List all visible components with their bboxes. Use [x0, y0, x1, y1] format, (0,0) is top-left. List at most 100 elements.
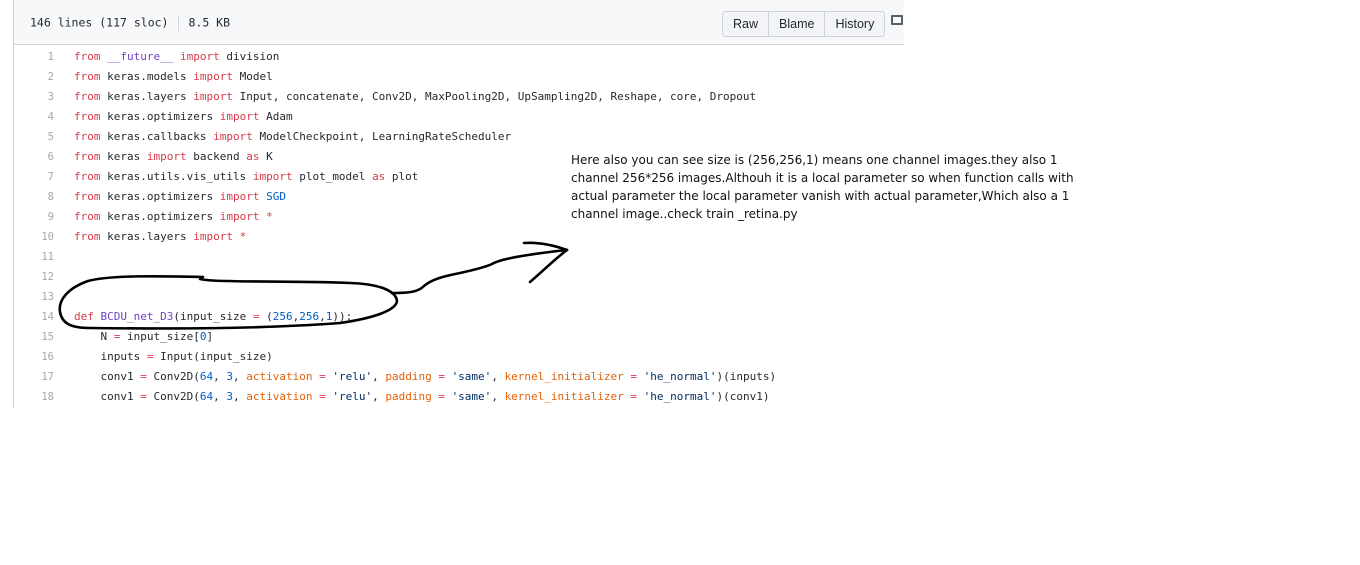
code-token: K	[259, 150, 273, 163]
line-number[interactable]: 1	[14, 47, 54, 67]
line-number[interactable]: 14	[14, 307, 54, 327]
file-actions: Raw Blame History	[722, 11, 886, 37]
code-token: plot_model	[292, 170, 373, 183]
code-token: import	[219, 110, 260, 123]
code-token: ,	[372, 370, 386, 383]
line-number[interactable]: 17	[14, 367, 54, 387]
code-token: Model	[232, 70, 273, 83]
code-token: import	[179, 50, 220, 63]
code-token: 64	[199, 390, 214, 403]
code-token: from	[74, 50, 101, 63]
code-token: ,	[213, 390, 227, 403]
annotation-text: Here also you can see size is (256,256,1…	[571, 153, 1074, 221]
code-token: from	[74, 150, 101, 163]
code-token: keras.models	[100, 70, 194, 83]
line-code: from keras.optimizers import SGD	[74, 187, 286, 207]
blame-button[interactable]: Blame	[768, 11, 826, 37]
code-token: ,	[319, 310, 326, 323]
code-token: from	[74, 130, 101, 143]
code-token: 'he_normal'	[643, 390, 717, 403]
code-token: from	[74, 190, 101, 203]
raw-button[interactable]: Raw	[722, 11, 770, 37]
code-token: import	[146, 150, 187, 163]
code-token: Adam	[259, 110, 293, 123]
code-line: 15 N = input_size[0]	[14, 327, 904, 347]
code-token: Conv2D(	[146, 390, 200, 403]
line-number[interactable]: 16	[14, 347, 54, 367]
code-token: (input_size	[173, 310, 253, 323]
code-token: =	[140, 370, 147, 383]
line-number[interactable]: 6	[14, 147, 54, 167]
history-button[interactable]: History	[824, 11, 886, 37]
code-token: keras.optimizers	[100, 110, 220, 123]
code-token: ModelCheckpoint, LearningRateScheduler	[252, 130, 512, 143]
line-number[interactable]: 9	[14, 207, 54, 227]
code-token: ,	[213, 370, 227, 383]
code-line: 5 from keras.callbacks import ModelCheckp…	[14, 127, 904, 147]
code-token: keras.callbacks	[100, 130, 214, 143]
code-token: 'relu'	[332, 390, 373, 403]
file-header: 146 lines (117 sloc) 8.5 KB Raw Blame His…	[14, 0, 904, 45]
line-number[interactable]: 13	[14, 287, 54, 307]
line-code: from keras.callbacks import ModelCheckpo…	[74, 127, 511, 147]
code-token: input_size[	[120, 330, 200, 343]
line-code: from keras.models import Model	[74, 67, 273, 87]
code-token: keras.layers	[100, 90, 194, 103]
code-token: backend	[186, 150, 247, 163]
line-code: from keras.layers import *	[74, 227, 246, 247]
code-line: 16 inputs = Input(input_size)	[14, 347, 904, 367]
code-token: import	[193, 230, 233, 243]
code-token: kernel_initializer	[504, 390, 624, 403]
line-code: from keras.layers import Input, concaten…	[74, 87, 756, 107]
code-token: SGD	[266, 190, 286, 203]
line-code: inputs = Input(input_size)	[74, 347, 273, 367]
code-token: 'he_normal'	[643, 370, 717, 383]
code-token: import	[252, 170, 293, 183]
code-line: 10 from keras.layers import *	[14, 227, 904, 247]
line-number[interactable]: 12	[14, 267, 54, 287]
code-token: =	[140, 390, 147, 403]
code-token: )(conv1)	[716, 390, 770, 403]
code-token: ,	[491, 370, 505, 383]
code-token: kernel_initializer	[504, 370, 624, 383]
code-token: ))	[332, 310, 346, 323]
line-number[interactable]: 18	[14, 387, 54, 407]
line-number[interactable]: 2	[14, 67, 54, 87]
code-token: Conv2D(	[146, 370, 200, 383]
code-token: import	[193, 70, 233, 83]
divider	[178, 15, 180, 31]
code-token: ,	[232, 370, 247, 383]
code-token: conv1	[74, 390, 141, 403]
line-number[interactable]: 3	[14, 87, 54, 107]
line-number[interactable]: 4	[14, 107, 54, 127]
code-token: 64	[199, 370, 214, 383]
line-number[interactable]: 10	[14, 227, 54, 247]
code-line: 1 from __future__ import division	[14, 47, 904, 67]
lines-info: 146 lines (117 sloc)	[30, 15, 169, 30]
code-line: 14 def BCDU_net_D3(input_size = (256,256,…	[14, 307, 904, 327]
code-token: as	[246, 150, 260, 163]
code-token: import	[193, 90, 233, 103]
desktop-icon[interactable]	[891, 15, 903, 25]
file-size: 8.5 KB	[188, 15, 231, 30]
code-token: conv1	[74, 370, 141, 383]
code-token: from	[74, 70, 101, 83]
code-token: Input(input_size)	[153, 350, 273, 363]
line-number[interactable]: 5	[14, 127, 54, 147]
line-number[interactable]: 8	[14, 187, 54, 207]
line-code: conv1 = Conv2D(64, 3, activation = 'relu…	[74, 387, 770, 407]
code-listing: 1 from __future__ import division 2 from ke…	[14, 47, 904, 407]
code-token: 'same'	[451, 370, 492, 383]
file-info: 146 lines (117 sloc) 8.5 KB	[30, 15, 230, 31]
line-number[interactable]: 11	[14, 247, 54, 267]
line-number[interactable]: 7	[14, 167, 54, 187]
code-token: 256	[272, 310, 293, 323]
line-number[interactable]: 15	[14, 327, 54, 347]
code-token: import	[213, 130, 253, 143]
